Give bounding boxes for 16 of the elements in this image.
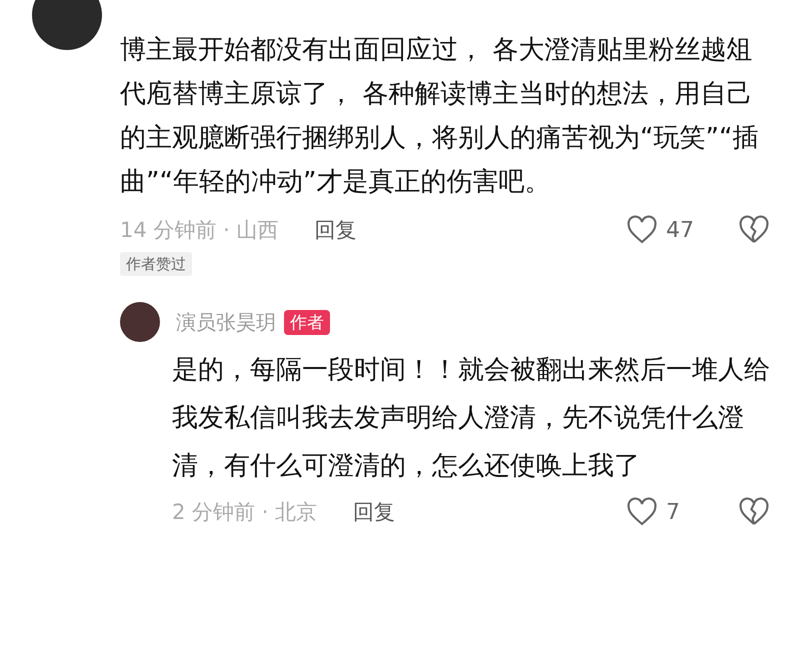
like-count: 7 xyxy=(666,500,681,524)
reply-text: 是的，每隔一段时间！！就会被翻出来然后一堆人给我发私信叫我去发声明给人澄清，先不说凭什么澄清，有什么可澄清的，怎么还使唤上我了 xyxy=(172,354,770,483)
timestamp: 2 分钟前 · 北京 xyxy=(172,499,318,526)
reply-link[interactable]: 回复 xyxy=(314,216,356,244)
like-icon[interactable] xyxy=(626,214,658,246)
dislike-icon[interactable] xyxy=(738,214,770,246)
author-liked-tag: 作者赞过 xyxy=(120,252,192,276)
avatar[interactable] xyxy=(32,0,102,50)
reply-link[interactable]: 回复 xyxy=(353,498,396,526)
timestamp: 14 分钟前 · 山西 xyxy=(120,217,278,244)
avatar[interactable] xyxy=(120,302,160,342)
like-count: 47 xyxy=(666,218,695,242)
comment-text: 博主最开始都没有出面回应过， 各大澄清贴里粉丝越俎代庖替博主原谅了， 各种解读博主当时的想法，用自己的主观臆断强行捆绑别人，将别人的痛苦视为“玩笑”“插曲”“年轻的冲动”才是真正的伤害吧。 xyxy=(120,34,760,199)
author-badge: 作者 xyxy=(284,310,330,334)
dislike-icon[interactable] xyxy=(738,496,770,528)
like-icon[interactable] xyxy=(626,496,658,528)
